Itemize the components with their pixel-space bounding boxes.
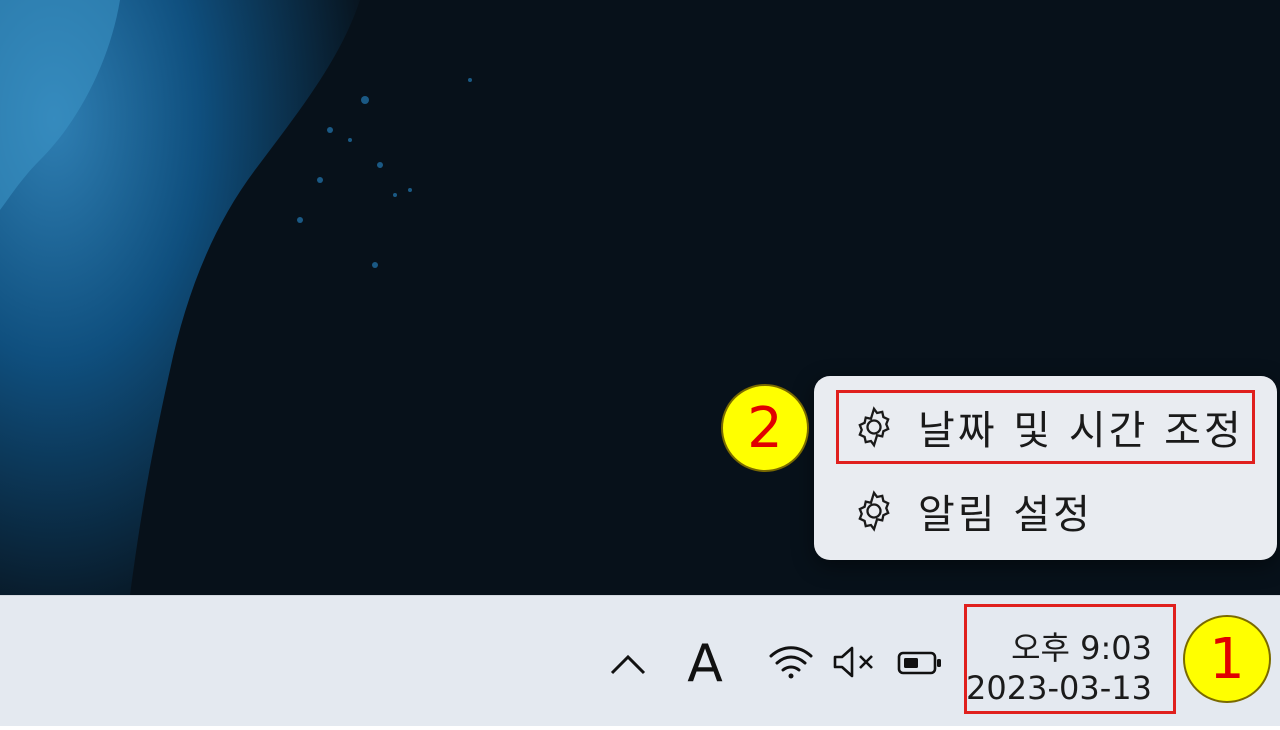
ime-language-indicator[interactable]: A xyxy=(680,636,730,692)
step-callout-2: 2 xyxy=(721,384,809,472)
menu-item-label: 알림 설정 xyxy=(918,492,1093,538)
menu-item-notification-settings[interactable]: 알림 설정 xyxy=(834,480,1264,542)
battery-icon[interactable] xyxy=(894,644,946,682)
highlight-box-clock xyxy=(964,604,1176,714)
wifi-icon[interactable] xyxy=(766,640,816,684)
volume-muted-icon[interactable] xyxy=(828,640,878,684)
chevron-up-icon[interactable] xyxy=(606,644,650,684)
step-callout-1: 1 xyxy=(1183,615,1271,703)
gear-icon xyxy=(850,487,898,535)
highlight-box-menu-item xyxy=(836,390,1255,464)
